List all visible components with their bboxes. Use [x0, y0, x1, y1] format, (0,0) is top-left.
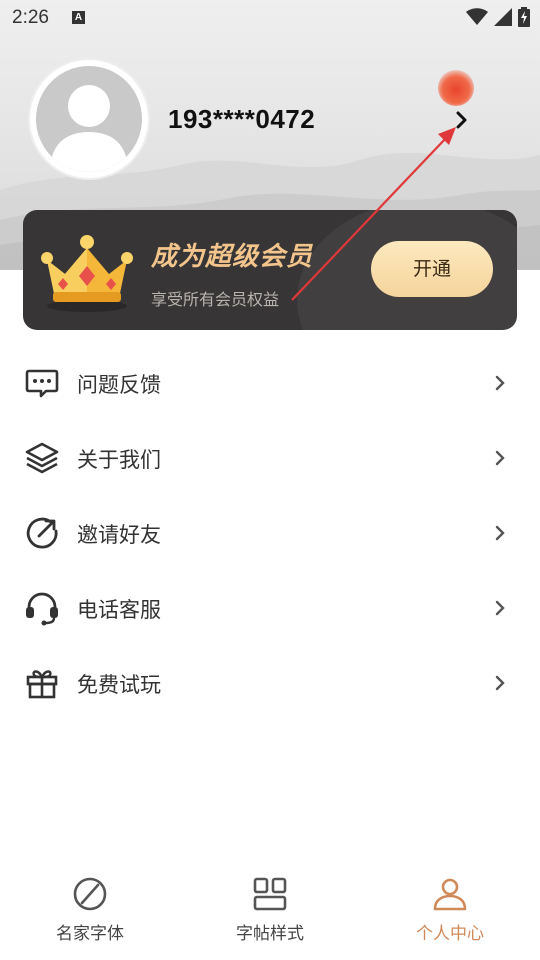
tab-famous-fonts[interactable]: 名家字体: [0, 860, 180, 960]
menu-item-free-trial[interactable]: 免费试玩: [0, 645, 540, 720]
menu-item-invite[interactable]: 邀请好友: [0, 495, 540, 570]
battery-charging-icon: [518, 7, 530, 27]
layers-icon: [25, 442, 59, 474]
tab-copybook-styles[interactable]: 字帖样式: [180, 860, 360, 960]
status-bar: 2:26 A: [0, 0, 540, 36]
tap-indicator-dot: [438, 70, 474, 106]
wifi-icon: [466, 8, 488, 25]
feedback-chat-icon: [25, 369, 59, 398]
vip-subtitle: 享受所有会员权益: [151, 290, 280, 309]
chevron-right-icon: [495, 675, 505, 691]
default-avatar-icon: [36, 66, 142, 172]
status-time: 2:26: [12, 7, 49, 28]
headset-icon: [26, 592, 58, 626]
menu-item-label: 问题反馈: [77, 373, 161, 397]
chevron-right-icon: [456, 111, 467, 129]
menu-item-label: 免费试玩: [77, 673, 161, 697]
menu-item-label: 电话客服: [77, 598, 161, 622]
crown-icon: [39, 228, 135, 318]
settings-menu-list: 问题反馈 关于我们 邀请好友 电话客服 免费试玩: [0, 345, 540, 720]
a-badge-icon: A: [72, 11, 85, 24]
chevron-right-icon: [495, 525, 505, 541]
tab-label: 字帖样式: [236, 924, 304, 944]
profile-chevron-button[interactable]: [448, 104, 476, 136]
gift-icon: [26, 670, 58, 699]
share-circle-icon: [26, 517, 58, 549]
menu-item-label: 邀请好友: [77, 523, 161, 547]
tab-label: 个人中心: [416, 924, 484, 944]
bottom-tab-bar: 名家字体 字帖样式 个人中心: [0, 860, 540, 960]
chevron-right-icon: [495, 375, 505, 391]
tab-personal-center[interactable]: 个人中心: [360, 860, 540, 960]
chevron-right-icon: [495, 600, 505, 616]
menu-item-phone-support[interactable]: 电话客服: [0, 570, 540, 645]
menu-item-label: 关于我们: [77, 448, 161, 472]
vip-membership-card[interactable]: 成为超级会员 享受所有会员权益 开通: [23, 210, 517, 330]
signal-icon: [494, 8, 512, 26]
menu-item-feedback[interactable]: 问题反馈: [0, 345, 540, 420]
tab-label: 名家字体: [56, 924, 124, 944]
vip-activate-button[interactable]: 开通: [371, 241, 493, 297]
menu-item-about[interactable]: 关于我们: [0, 420, 540, 495]
avatar[interactable]: [30, 60, 148, 178]
person-icon: [433, 878, 467, 911]
pen-nib-icon: [73, 877, 107, 911]
vip-title: 成为超级会员: [151, 242, 314, 272]
user-phone-number[interactable]: 193****0472: [168, 104, 315, 135]
chevron-right-icon: [495, 450, 505, 466]
grid-icon: [253, 877, 287, 911]
